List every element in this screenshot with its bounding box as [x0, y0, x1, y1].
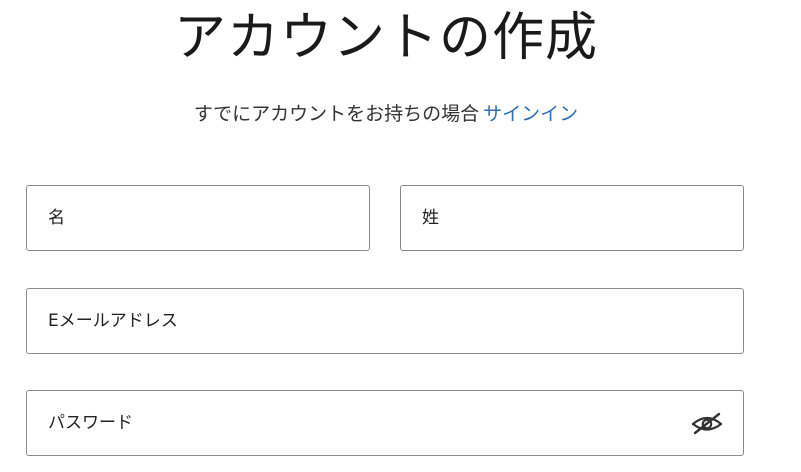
page-title: アカウントの作成 [173, 8, 598, 68]
first-name-input[interactable] [27, 186, 369, 250]
email-field[interactable] [26, 288, 744, 354]
last-name-input[interactable] [401, 186, 743, 250]
signin-link[interactable]: サインイン [483, 103, 578, 125]
password-field[interactable] [26, 390, 744, 456]
signin-prompt-text: すでにアカウントをお持ちの場合 [193, 103, 480, 125]
last-name-field[interactable] [400, 185, 744, 251]
first-name-field[interactable] [26, 185, 370, 251]
password-input[interactable] [27, 391, 743, 455]
eye-slash-icon[interactable] [689, 408, 725, 438]
signin-prompt: すでにアカウントをお持ちの場合 サインイン [0, 100, 772, 128]
email-input[interactable] [27, 289, 743, 353]
